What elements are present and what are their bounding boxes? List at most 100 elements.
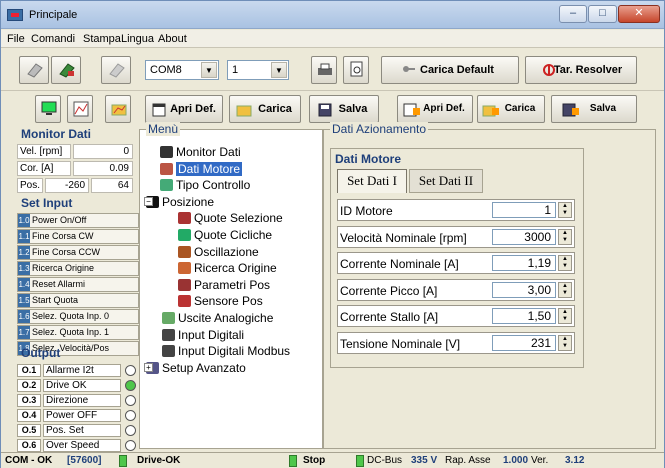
tar-resolver-button[interactable]: Tar. Resolver <box>525 56 637 84</box>
tab-set-dati-i[interactable]: Set Dati I <box>337 169 407 193</box>
field-label: Tensione Nominale [V] <box>340 336 461 351</box>
input-row[interactable]: 1.5 Start Quota <box>17 293 139 308</box>
pos-value-1: -260 <box>45 178 89 193</box>
spinner-icon[interactable]: ▲ ▼ <box>558 308 572 324</box>
monitor-title: Monitor Dati <box>21 127 91 141</box>
tar-resolver-label: Tar. Resolver <box>553 64 623 76</box>
field-label: Corrente Picco [A] <box>340 283 438 298</box>
input-row[interactable]: 1.7 Selez. Quota Inp. 1 <box>17 325 139 340</box>
monitor-button[interactable] <box>35 95 61 123</box>
preview-button[interactable] <box>343 56 369 84</box>
field-label: ID Motore <box>340 204 393 218</box>
input-row[interactable]: 1.6 Selez. Quota Inp. 0 <box>17 309 139 324</box>
controllo-icon <box>160 179 173 192</box>
com-port-select[interactable]: COM8 ▼ <box>145 60 219 80</box>
field-value-input[interactable]: 1,19 <box>492 255 556 271</box>
motor-field: Corrente Nominale [A] 1,19 ▲ ▼ <box>337 252 575 274</box>
output-label: Drive OK <box>43 379 121 392</box>
tree-item-label: Input Digitali <box>178 327 245 342</box>
com-index-value: 1 <box>232 64 239 76</box>
output-label: Over Speed <box>43 439 121 452</box>
tree-item-label: Posizione <box>162 194 215 209</box>
carica-default-button[interactable]: Carica Default <box>381 56 519 84</box>
main-window: Principale – □ ✕ File Comandi Stampa Lin… <box>0 0 665 468</box>
carica-2-button[interactable]: Carica <box>477 95 545 123</box>
spinner-icon[interactable]: ▲ ▼ <box>558 334 572 351</box>
field-value-input[interactable]: 1,50 <box>492 308 556 324</box>
input-label: Fine Corsa CCW <box>32 247 101 257</box>
folder-chart-button[interactable] <box>105 95 131 123</box>
apri-def-2-button[interactable]: Apri Def. <box>397 95 473 123</box>
tool-button-3[interactable] <box>101 56 131 84</box>
status-bar: COM - OK [57600] Drive-OK Stop DC-Bus 33… <box>1 452 664 468</box>
tool-button-2[interactable] <box>51 56 81 84</box>
input-row[interactable]: 1.2 Fine Corsa CCW <box>17 245 139 260</box>
salva-button[interactable]: Salva <box>309 95 379 123</box>
pos-value-2: 64 <box>91 178 133 193</box>
field-value-input[interactable]: 1 <box>492 202 556 218</box>
menu-file[interactable]: File <box>7 33 25 45</box>
carica-button[interactable]: Carica <box>229 95 301 123</box>
com-index-select[interactable]: 1 ▼ <box>227 60 289 80</box>
tree-expander-icon[interactable]: − <box>144 196 153 206</box>
input-row[interactable]: 1.3 Ricerca Origine <box>17 261 139 276</box>
folder-chart-icon <box>111 104 127 116</box>
field-value-input[interactable]: 3000 <box>492 228 556 245</box>
carica-label: Carica <box>258 103 292 115</box>
field-label: Velocità Nominale [rpm] <box>340 230 467 245</box>
status-rap-value: 1.000 <box>503 455 529 466</box>
chart-button[interactable] <box>67 95 93 123</box>
tree-expander-icon[interactable]: + <box>144 362 153 372</box>
tree-item-label: Quote Selezione <box>194 211 283 226</box>
output-label: Power OFF <box>43 409 121 422</box>
tree-item-motor[interactable]: Dati Motore <box>160 161 243 177</box>
menu-comandi[interactable]: Comandi <box>31 33 75 45</box>
print-button[interactable] <box>311 56 337 84</box>
close-button[interactable]: ✕ <box>618 5 660 23</box>
disconnect-icon <box>109 63 125 78</box>
input-row[interactable]: 1.4 Reset Allarmi <box>17 277 139 292</box>
field-value-input[interactable]: 3,00 <box>492 281 556 298</box>
spinner-icon[interactable]: ▲ ▼ <box>558 202 572 218</box>
quote-icon <box>178 212 191 225</box>
input-label: Selez. Quota Inp. 0 <box>32 311 110 321</box>
title-bar[interactable]: Principale – □ ✕ <box>1 1 664 29</box>
tree-item-label: Input Digitali Modbus <box>178 344 291 359</box>
tree-item-monitor[interactable]: Monitor Dati <box>160 144 241 160</box>
field-value-input[interactable]: 231 <box>492 334 556 351</box>
status-dcbus-value: 335 V <box>411 455 438 466</box>
status-led-icon <box>119 455 127 467</box>
output-number: O.1 <box>17 364 41 377</box>
input-row[interactable]: 1.0 Power On/Off <box>17 213 139 228</box>
toolbar-bottom: Apri Def. Carica Salva Apri Def. Carica … <box>1 90 664 126</box>
tool-button-1[interactable] <box>19 56 49 84</box>
tree-item-posizione[interactable]: Posizione <box>146 194 215 210</box>
tree-item-quote[interactable]: Quote Selezione <box>178 210 283 226</box>
tree-item-oscillazione[interactable]: Oscillazione <box>178 244 259 260</box>
apri-def-button[interactable]: Apri Def. <box>145 95 223 123</box>
spinner-icon[interactable]: ▲ ▼ <box>558 228 572 245</box>
tree-item-setup[interactable]: Setup Avanzato <box>146 360 246 376</box>
menu-lingua[interactable]: Lingua <box>121 33 154 45</box>
tree-item-analogiche[interactable]: Uscite Analogiche <box>162 310 273 326</box>
menu-stampa[interactable]: Stampa <box>83 33 121 45</box>
salva-2-button[interactable]: Salva <box>551 95 637 123</box>
azionamento-title: Dati Azionamento <box>330 122 429 136</box>
tree-item-sensore[interactable]: Sensore Pos <box>178 293 263 309</box>
output-label: Allarme I2t <box>43 364 121 377</box>
tree-item-modbus[interactable]: Input Digitali Modbus <box>162 343 291 359</box>
tree-item-parametri[interactable]: Parametri Pos <box>178 277 270 293</box>
tree-item-cicliche[interactable]: Quote Cicliche <box>178 227 272 243</box>
input-row[interactable]: 1.1 Fine Corsa CW <box>17 229 139 244</box>
tree-item-origine[interactable]: Ricerca Origine <box>178 260 277 276</box>
menu-about[interactable]: About <box>158 33 187 45</box>
input-label: Power On/Off <box>32 215 87 225</box>
minimize-button[interactable]: – <box>559 5 587 23</box>
maximize-button[interactable]: □ <box>588 5 617 23</box>
spinner-icon[interactable]: ▲ ▼ <box>558 281 572 298</box>
status-led-icon <box>125 425 136 436</box>
tree-item-controllo[interactable]: Tipo Controllo <box>160 177 250 193</box>
tab-set-dati-ii[interactable]: Set Dati II <box>409 169 483 193</box>
spinner-icon[interactable]: ▲ ▼ <box>558 255 572 271</box>
tree-item-digitali[interactable]: Input Digitali <box>162 327 245 343</box>
